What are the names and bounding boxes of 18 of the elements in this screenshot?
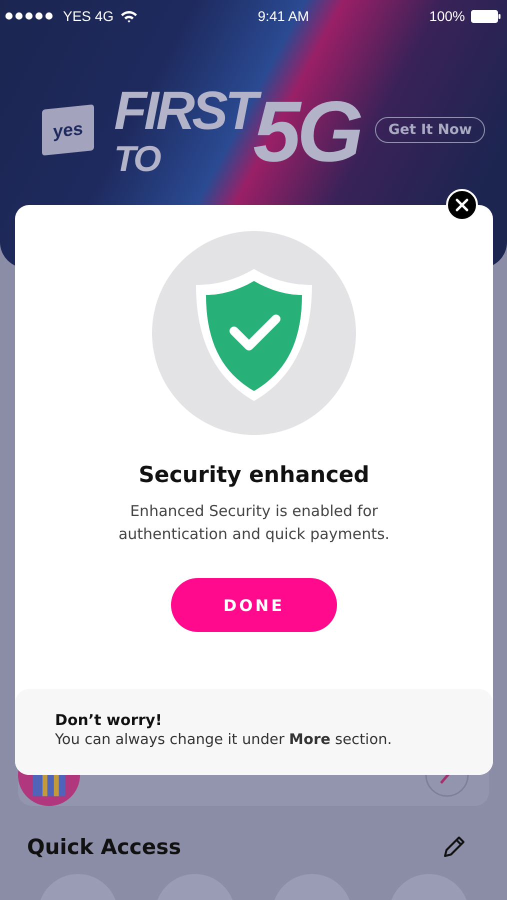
carrier-name: YES 4G bbox=[63, 8, 114, 24]
done-button[interactable]: DONE bbox=[171, 578, 337, 632]
shield-check-icon bbox=[152, 231, 356, 435]
headline-text: TO bbox=[114, 140, 161, 178]
dialog-title: Security enhanced bbox=[138, 463, 370, 488]
clock-time: 9:41 AM bbox=[258, 8, 310, 24]
section-title: Quick Access bbox=[27, 835, 182, 859]
close-icon bbox=[455, 198, 469, 212]
close-button[interactable] bbox=[446, 189, 478, 221]
note-title: Don’t worry! bbox=[55, 711, 164, 729]
get-it-now-button[interactable]: Get It Now bbox=[375, 117, 485, 144]
pencil-icon[interactable] bbox=[441, 834, 467, 860]
wifi-icon bbox=[120, 10, 138, 22]
brand-logo: yes bbox=[42, 104, 94, 156]
note-text: You can always change it under More section. bbox=[55, 732, 393, 748]
dialog-message: Enhanced Security is enabled for authentication and quick payments. bbox=[117, 501, 391, 545]
battery-percent: 100% bbox=[429, 8, 465, 24]
battery-icon bbox=[471, 10, 501, 22]
